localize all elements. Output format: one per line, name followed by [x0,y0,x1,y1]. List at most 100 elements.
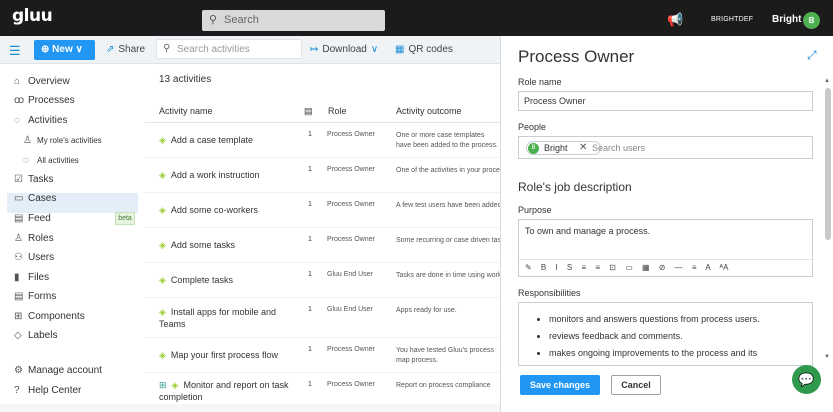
steps-count: 1 [308,271,312,278]
activity-name[interactable]: ◈ Add some co-workers [159,204,289,216]
people-input[interactable]: B Bright ✕ Search users [518,136,813,159]
activity-name[interactable]: ◈ Add a work instruction [159,169,289,181]
sidebar-item-label: Overview [28,76,70,87]
sidebar-item-all-activities[interactable]: ◌ All activities [23,155,79,166]
panel-scrollbar[interactable]: ▲ ▼ [823,78,833,366]
table-row[interactable]: ◈ Add some co-workers 1 Process Owner A f… [145,193,500,228]
components-icon: ⊞ [14,311,23,322]
components-icon: ⊞ [159,380,167,390]
activity-name-text: Map your first process flow [170,350,278,360]
person-chip[interactable]: B Bright ✕ [526,141,601,155]
table-row[interactable]: ◈ Add a work instruction 1 Process Owner … [145,158,500,193]
activity-name-text: Install apps for mobile and Teams [159,307,276,329]
column-header-activity-name[interactable]: Activity name [159,106,213,116]
sidebar-item-label: Feed [28,213,51,224]
sidebar-item-cases[interactable]: ▭ Cases [14,193,56,204]
activity-name[interactable]: ◈ Map your first process flow [159,349,309,361]
sidebar-item-my-roles-activities[interactable]: ♙ My role's activities [23,135,102,146]
activity-name[interactable]: ◈ Install apps for mobile and Teams [159,306,289,330]
role-name-label: Role name [518,77,562,87]
sidebar-item-manage-account[interactable]: ⚙ Manage account [14,365,102,376]
activity-search-input[interactable]: ⚲ Search activities [156,39,302,59]
gluu-logo[interactable]: gluu [12,6,53,26]
list-item: reviews feedback and comments. [549,328,760,345]
chat-icon[interactable]: 💬 [792,365,821,394]
activity-outcome: Some recurring or case driven tasks [396,237,500,244]
scroll-down-icon[interactable]: ▼ [824,354,830,360]
file-icon: ▮ [14,272,20,283]
user-name[interactable]: Bright [772,14,801,25]
purpose-text[interactable]: To own and manage a process. [525,226,650,236]
scroll-up-icon[interactable]: ▲ [824,78,830,84]
download-button[interactable]: ↦ Download ∨ [310,44,382,55]
chevron-down-icon: ∨ [72,44,83,55]
share-icon: ⇗ [106,44,115,55]
menu-icon[interactable]: ☰ [9,43,21,59]
table-row[interactable]: ◈ Complete tasks 1 Gluu End User Tasks ar… [145,263,500,298]
activity-diamond-icon: ◈ [159,135,166,145]
global-search-input[interactable]: ⚲ Search [202,10,385,31]
activity-role: Process Owner [327,346,375,353]
sidebar-item-tasks[interactable]: ☑ Tasks [14,174,54,185]
sidebar-item-forms[interactable]: ▤ Forms [14,291,56,302]
activities-count: 13 activities [159,74,212,85]
column-header-role[interactable]: Role [328,106,347,116]
organization-name[interactable]: BRIGHTDEF [711,16,753,23]
sidebar-item-activities[interactable]: ◌ Activities [14,115,67,126]
new-button[interactable]: ⊕ New ∨ [34,40,95,60]
sidebar-item-labels[interactable]: ◇ Labels [14,330,57,341]
sidebar-item-help-center[interactable]: ? Help Center [14,385,81,396]
purpose-editor[interactable]: To own and manage a process. ✎ B I S ≡ ≡… [518,219,814,277]
sidebar-item-label: Users [28,252,55,263]
activity-name[interactable]: ◈ Add a case template [159,134,289,146]
search-users-placeholder[interactable]: Search users [592,143,645,153]
scrollbar-thumb[interactable] [825,88,831,240]
activity-name[interactable]: ◈ Add some tasks [159,239,289,251]
user-avatar[interactable]: B [803,12,820,29]
sidebar-item-roles[interactable]: ♙ Roles [14,233,54,244]
share-button[interactable]: ⇗ Share [106,44,145,55]
close-icon[interactable]: ✕ [579,142,587,153]
activity-name-text: Add a case template [170,135,253,145]
share-label: Share [118,44,146,55]
role-name-input[interactable]: Process Owner [518,91,813,111]
home-icon: ⌂ [14,76,21,87]
person-chip-name: Bright [544,143,568,153]
sidebar-item-users[interactable]: ⚇ Users [14,252,54,263]
activity-outcome: Tasks are done in time using workflow [396,272,500,279]
activity-diamond-icon: ◈ [171,380,179,390]
table-row[interactable]: ◈ Install apps for mobile and Teams 1 Glu… [145,298,500,338]
table-row[interactable]: ◈ Add some tasks 1 Process Owner Some rec… [145,228,500,263]
activity-name[interactable]: ⊞ ◈ Monitor and report on task completion [159,379,289,403]
sidebar-item-label: Manage account [28,365,102,376]
sidebar-item-label: All activities [37,156,79,165]
megaphone-icon[interactable]: 📢 [667,12,683,28]
label-icon: ◇ [14,330,22,341]
sidebar-item-processes[interactable]: ꝏ Processes [14,95,75,106]
activity-name-text: Add some co-workers [170,205,258,215]
sidebar-item-feed[interactable]: ▤ Feed [14,213,51,224]
cancel-button[interactable]: Cancel [611,375,661,395]
column-header-activity-outcome[interactable]: Activity outcome [396,106,462,116]
steps-count: 1 [308,306,312,313]
steps-column-icon[interactable]: ▤ [304,106,313,117]
expand-icon[interactable]: ⤢ [807,48,817,63]
sidebar-item-label: Roles [28,233,54,244]
sidebar-item-components[interactable]: ⊞ Components [14,311,85,322]
save-changes-button[interactable]: Save changes [520,375,600,395]
sidebar-item-files[interactable]: ▮ Files [14,272,49,283]
activity-role: Process Owner [327,236,375,243]
activity-diamond-icon: ◈ [159,240,166,250]
activity-name[interactable]: ◈ Complete tasks [159,274,289,286]
processes-icon: ꝏ [14,95,25,106]
qr-codes-button[interactable]: ▦ QR codes [395,44,453,55]
activity-role: Gluu End User [327,306,373,313]
editor-toolbar[interactable]: ✎ B I S ≡ ≡ ⊡ ▭ ▦ ⊘ — ≡ A ᴬA [519,259,814,276]
responsibilities-editor[interactable]: monitors and answers questions from proc… [518,302,813,366]
folder-icon: ▭ [14,193,24,204]
activity-name-text: Complete tasks [170,275,233,285]
qr-code-icon: ▦ [395,44,405,55]
sidebar-item-overview[interactable]: ⌂ Overview [14,76,70,87]
table-row[interactable]: ◈ Add a case template 1 Process Owner One… [145,123,500,158]
table-row[interactable]: ◈ Map your first process flow 1 Process O… [145,338,500,373]
